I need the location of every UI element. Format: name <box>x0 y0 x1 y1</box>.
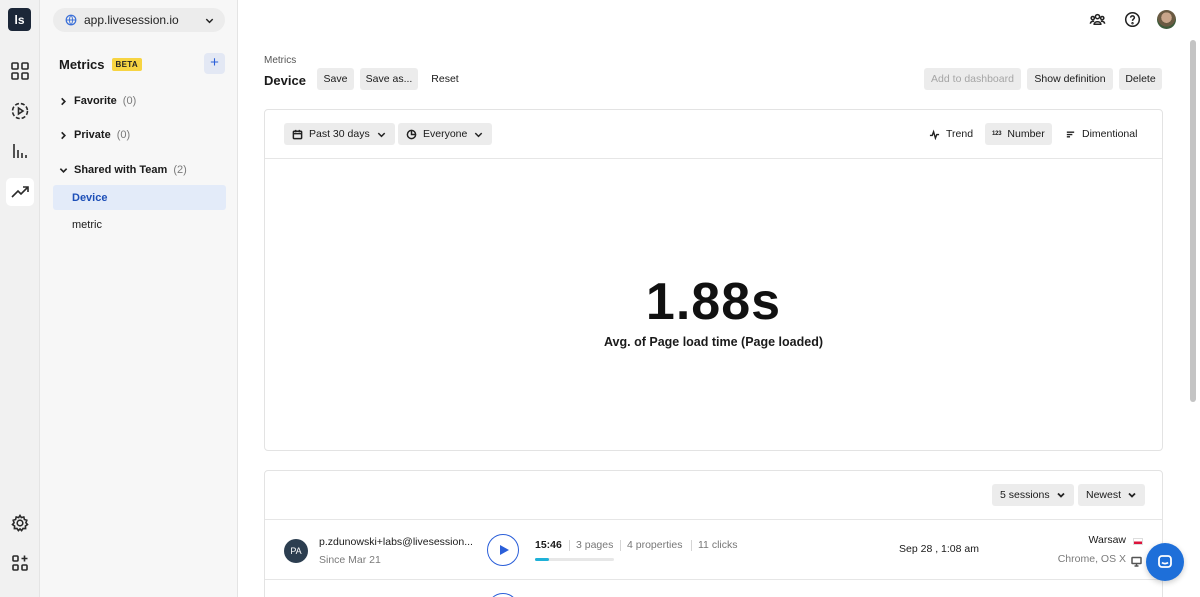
chevron-right-icon <box>61 97 66 105</box>
page-title: Device <box>264 73 306 88</box>
divider <box>569 540 570 551</box>
segment-select[interactable]: Everyone <box>398 123 493 145</box>
session-duration: 15:46 <box>535 539 562 551</box>
metric-toolbar: Past 30 days Everyone Trend 123 Number D… <box>265 110 1162 159</box>
list-lines-icon <box>1066 131 1075 137</box>
folder-favorite[interactable]: Favorite (0) <box>59 95 136 107</box>
view-tab-trend[interactable]: Trend <box>922 123 980 145</box>
divider <box>620 540 621 551</box>
session-properties: 4 properties <box>627 539 683 551</box>
sessions-panel: 5 sessions Newest PA p.zdunowski+labs@li… <box>264 470 1163 597</box>
chevron-down-icon <box>1056 492 1065 498</box>
folder-label: Private <box>74 129 111 141</box>
folder-private[interactable]: Private (0) <box>59 129 130 141</box>
date-range-label: Past 30 days <box>309 128 370 140</box>
folder-count: (0) <box>116 129 131 141</box>
play-session-button[interactable] <box>487 593 519 597</box>
session-progress-bar <box>535 558 614 561</box>
metric-item-metric[interactable]: metric <box>53 212 226 237</box>
save-button[interactable]: Save <box>317 68 354 90</box>
chevron-down-icon <box>475 132 483 137</box>
site-selector[interactable]: app.livesession.io <box>53 8 225 32</box>
session-count-select[interactable]: 5 sessions <box>992 484 1074 506</box>
chevron-down-icon <box>377 132 385 137</box>
sort-select[interactable]: Newest <box>1078 484 1146 506</box>
metrics-sidebar: app.livesession.io Metrics BETA + Favori… <box>40 0 238 597</box>
trend-icon[interactable] <box>6 178 34 206</box>
page-scrollbar[interactable] <box>1190 40 1196 402</box>
session-row[interactable]: PA p.zdunowski+labs@livesession... Since… <box>265 520 1162 580</box>
beta-badge: BETA <box>111 58 142 71</box>
site-selector-label: app.livesession.io <box>84 13 179 27</box>
visitor-avatar: PA <box>284 539 308 563</box>
view-tab-label: Trend <box>946 128 974 140</box>
visitor-since: Since Mar 21 <box>319 554 381 566</box>
save-as-button[interactable]: Save as... <box>360 68 418 90</box>
sessions-play-icon[interactable] <box>6 97 34 125</box>
number-icon: 123 <box>992 131 1002 137</box>
chat-support-button[interactable] <box>1146 543 1184 581</box>
add-metric-button[interactable]: + <box>204 53 225 74</box>
metric-value: 1.88s <box>645 273 782 331</box>
chevron-right-icon <box>61 131 66 139</box>
help-icon[interactable] <box>1122 9 1142 29</box>
team-icon[interactable] <box>1087 9 1107 29</box>
metric-caption: Avg. of Page load time (Page loaded) <box>603 335 824 349</box>
pie-segment-icon <box>406 129 417 139</box>
play-icon <box>500 545 509 555</box>
session-count-label: 5 sessions <box>1000 489 1050 501</box>
segment-label: Everyone <box>423 128 468 140</box>
app-rail: ls <box>0 0 40 597</box>
trend-line-icon <box>929 129 940 140</box>
session-progress-fill <box>535 558 550 561</box>
reset-button[interactable]: Reset <box>424 68 466 90</box>
folder-label: Favorite <box>74 95 117 107</box>
settings-gear-icon[interactable] <box>6 509 34 537</box>
session-browser: Chrome, OS X <box>1057 553 1126 565</box>
chevron-down-icon <box>205 18 214 23</box>
folder-label: Shared with Team <box>74 164 168 176</box>
view-tab-number[interactable]: 123 Number <box>985 123 1052 145</box>
poland-flag-icon <box>1133 538 1143 545</box>
divider <box>691 540 692 551</box>
metric-item-device[interactable]: Device <box>53 185 226 210</box>
chat-icon <box>1158 555 1172 568</box>
bar-chart-icon[interactable] <box>6 137 34 165</box>
sessions-toolbar: 5 sessions Newest <box>265 471 1162 520</box>
session-city: Warsaw <box>1088 534 1126 546</box>
date-range-select[interactable]: Past 30 days <box>284 123 395 145</box>
sidebar-title: Metrics BETA <box>59 57 142 72</box>
view-tab-label: Number <box>1007 128 1045 140</box>
sort-label: Newest <box>1086 489 1122 501</box>
sidebar-title-text: Metrics <box>59 57 105 72</box>
folder-shared-with-team[interactable]: Shared with Team (2) <box>59 164 187 176</box>
folder-count: (0) <box>122 95 137 107</box>
calendar-icon <box>292 129 303 139</box>
globe-icon <box>65 14 77 26</box>
session-pages: 3 pages <box>576 539 614 551</box>
livesession-logo[interactable]: ls <box>8 8 31 31</box>
show-definition-button[interactable]: Show definition <box>1027 68 1113 90</box>
visitor-email[interactable]: p.zdunowski+labs@livesession... <box>319 536 473 548</box>
folder-count: (2) <box>173 164 187 176</box>
chevron-down-icon <box>59 167 68 173</box>
user-avatar[interactable] <box>1157 10 1176 29</box>
session-date: Sep 28 , 1:08 am <box>899 543 979 555</box>
integrations-icon[interactable] <box>6 549 34 577</box>
view-tab-label: Dimentional <box>1082 128 1138 140</box>
desktop-monitor-icon <box>1131 554 1142 567</box>
delete-button[interactable]: Delete <box>1119 68 1162 90</box>
add-to-dashboard-button[interactable]: Add to dashboard <box>924 68 1021 90</box>
breadcrumb[interactable]: Metrics <box>264 55 296 66</box>
play-session-button[interactable] <box>487 534 519 566</box>
session-clicks: 11 clicks <box>698 539 738 551</box>
view-tab-dimensional[interactable]: Dimentional <box>1058 123 1144 145</box>
chevron-down-icon <box>1128 492 1136 498</box>
metric-card: Past 30 days Everyone Trend 123 Number D… <box>264 109 1163 451</box>
dashboard-icon[interactable] <box>6 57 34 85</box>
